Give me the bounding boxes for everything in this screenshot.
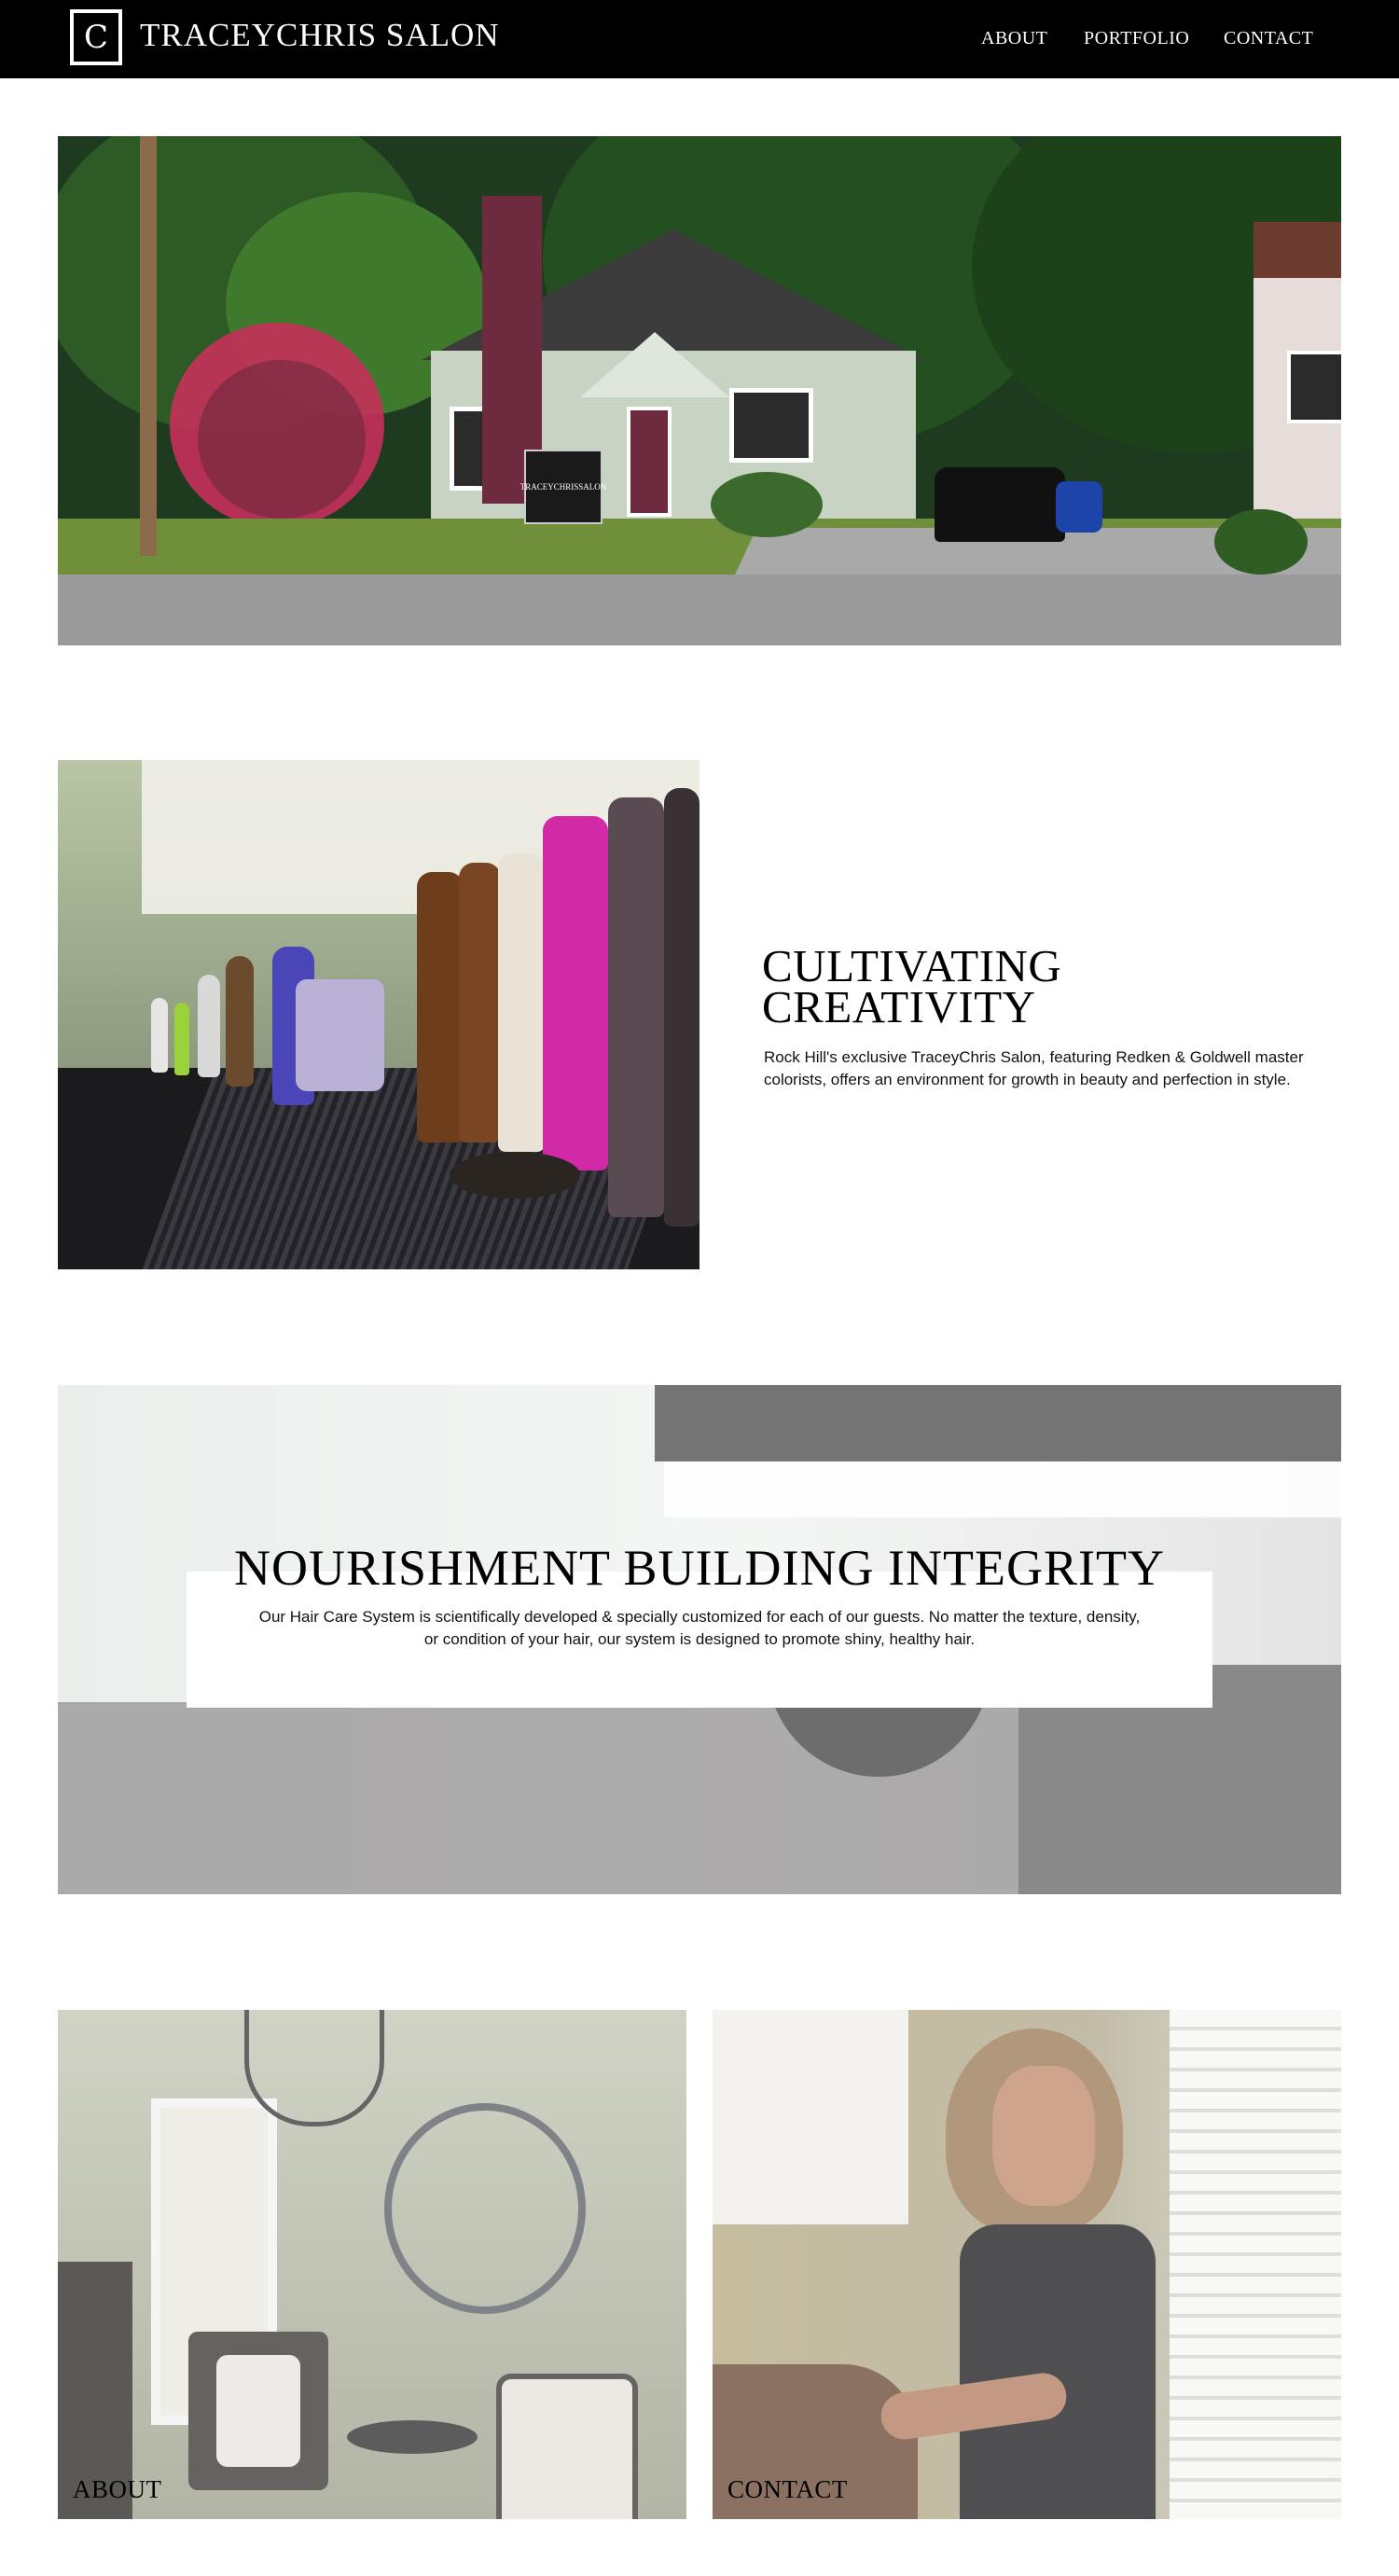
title-line: CREATIVITY	[762, 981, 1036, 1032]
product-bottle	[226, 956, 254, 1087]
product-bottle	[543, 816, 608, 1170]
about-card-label[interactable]: ABOUT	[73, 2475, 162, 2504]
hair-products-photo	[58, 760, 700, 1269]
cultivating-title: CULTIVATING CREATIVITY	[762, 943, 1340, 1032]
product-bottle	[664, 788, 700, 1226]
product-bottle	[151, 998, 168, 1073]
flowering-bush-shade	[198, 360, 366, 519]
nav-contact[interactable]: CONTACT	[1224, 28, 1313, 49]
house-door	[627, 407, 672, 517]
sign-line: TRACEY	[519, 481, 554, 492]
product-bottle	[198, 975, 220, 1077]
brand-name[interactable]: TRACEYCHRIS SALON	[140, 17, 500, 54]
nourishment-title: NOURISHMENT BUILDING INTEGRITY	[234, 1540, 1165, 1596]
contact-card-label[interactable]: CONTACT	[727, 2475, 848, 2504]
house-window	[729, 388, 813, 463]
sign-text: TRACEY CHRIS SALON	[520, 451, 607, 522]
product-bottle	[608, 797, 664, 1217]
product-cap	[450, 1152, 580, 1198]
product-bottle	[174, 1003, 189, 1075]
site-header: C TRACEYCHRIS SALON ABOUT PORTFOLIO CONT…	[0, 0, 1399, 78]
salon-yard-sign: TRACEY CHRIS SALON	[520, 450, 607, 524]
neighbor-roof	[1254, 222, 1341, 278]
product-bottle	[459, 863, 501, 1143]
nourishment-body: Our Hair Care System is scientifically d…	[258, 1608, 1141, 1648]
about-card[interactable]: ABOUT	[58, 2010, 686, 2519]
sign-line: SALON	[578, 481, 607, 492]
product-bottle	[417, 872, 464, 1143]
product-jar	[296, 979, 384, 1091]
neighbor-window	[1287, 351, 1341, 423]
hero-salon-house-photo: TRACEY CHRIS SALON	[58, 136, 1341, 645]
parked-car	[1056, 481, 1102, 533]
parked-car	[935, 467, 1065, 542]
photo-overlay	[58, 2010, 686, 2519]
utility-pole	[140, 136, 157, 556]
street	[58, 575, 1341, 645]
nav-about[interactable]: ABOUT	[981, 28, 1047, 49]
bush	[711, 472, 823, 537]
nav-portfolio[interactable]: PORTFOLIO	[1084, 28, 1189, 49]
logo-glyph: C	[83, 19, 108, 56]
product-bottle	[498, 853, 545, 1152]
bush	[1214, 509, 1308, 575]
sign-line: CHRIS	[553, 481, 579, 492]
photo-overlay	[713, 2010, 1341, 2519]
cultivating-body: Rock Hill's exclusive TraceyChris Salon,…	[764, 1048, 1304, 1088]
logo-mark[interactable]: C	[70, 9, 122, 65]
contact-card[interactable]: CONTACT	[713, 2010, 1341, 2519]
house-gable	[580, 332, 729, 397]
